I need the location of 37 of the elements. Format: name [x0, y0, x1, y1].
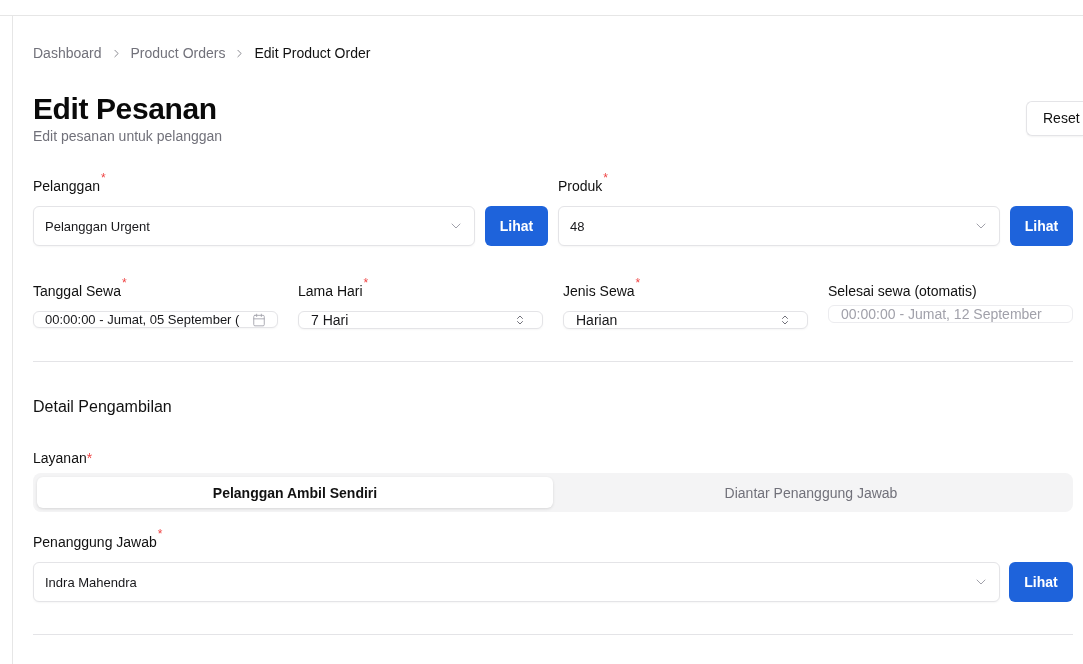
breadcrumb-current: Edit Product Order	[254, 44, 371, 63]
field-label: Jenis Sewa	[563, 282, 635, 301]
chevron-up-down-icon	[779, 314, 791, 326]
required-marker: *	[86, 449, 93, 468]
calendar-icon	[252, 312, 266, 327]
breadcrumb-link[interactable]: Product Orders	[130, 43, 226, 63]
page-title: Edit Pesanan	[33, 92, 218, 126]
select-field[interactable]: Harian	[563, 311, 808, 329]
view-button[interactable]: Lihat	[1009, 562, 1073, 602]
required-marker: *	[100, 172, 106, 184]
segment-tab[interactable]: Diantar Penanggung Jawab	[553, 477, 1069, 508]
section-heading: Detail Pengambilan	[33, 397, 173, 417]
segment-tab[interactable]: Pelanggan Ambil Sendiri	[37, 477, 553, 508]
field-label: Lama Hari	[298, 282, 363, 301]
field-label: Selesai sewa (otomatis)	[828, 282, 977, 301]
view-button[interactable]: Lihat	[485, 206, 548, 246]
select-field[interactable]: 48	[558, 206, 1000, 246]
required-marker: *	[157, 528, 163, 540]
field-label: Tanggal Sewa	[33, 282, 121, 301]
field-label: Produk	[558, 178, 603, 196]
field-label: Penanggung Jawab	[33, 533, 157, 552]
view-button[interactable]: Lihat	[1010, 206, 1073, 246]
breadcrumb-link[interactable]: Dashboard	[33, 43, 102, 63]
field-label: Layanan	[33, 449, 87, 468]
required-marker: *	[363, 277, 369, 289]
chevron-up-down-icon	[514, 314, 526, 326]
required-marker: *	[635, 277, 641, 289]
field-label: Pelanggan	[33, 177, 100, 196]
select-field[interactable]: 7 Hari	[298, 311, 543, 329]
reset-button[interactable]: Reset	[1026, 100, 1083, 136]
select-field[interactable]: Pelanggan Urgent	[33, 206, 475, 246]
required-marker: *	[603, 172, 609, 184]
required-marker: *	[121, 277, 127, 289]
select-field[interactable]: Indra Mahendra	[33, 562, 1000, 602]
readonly-field: 00:00:00 - Jumat, 12 September	[828, 305, 1073, 323]
date-field[interactable]: 00:00:00 - Jumat, 05 September (	[33, 311, 278, 328]
page-subtitle: Edit pesanan untuk pelanggan	[33, 127, 223, 146]
